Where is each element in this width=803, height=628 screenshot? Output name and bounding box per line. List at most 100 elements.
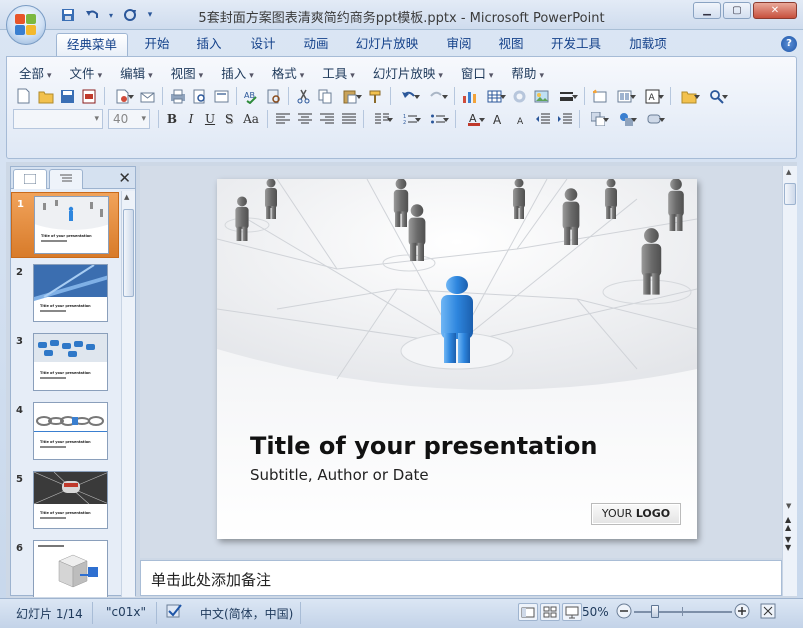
paste-icon[interactable]: [337, 86, 364, 107]
tab-developer[interactable]: 开发工具: [545, 33, 607, 56]
close-icon[interactable]: ✕: [118, 169, 131, 187]
scroll-thumb[interactable]: [784, 183, 796, 205]
menu-file[interactable]: 文件: [64, 63, 115, 82]
picture-icon[interactable]: [531, 86, 552, 107]
tab-insert[interactable]: 插入: [190, 33, 228, 56]
spelling-icon[interactable]: AB: [241, 86, 262, 107]
bold-button[interactable]: B: [163, 109, 181, 129]
save-icon[interactable]: [58, 6, 78, 24]
save-icon[interactable]: [57, 86, 78, 107]
font-name-dropdown[interactable]: [13, 109, 103, 129]
fit-to-window-icon[interactable]: [760, 603, 776, 622]
spelling-status-icon[interactable]: [166, 603, 184, 622]
tab-home[interactable]: 开始: [138, 33, 176, 56]
close-button[interactable]: ✕: [753, 2, 797, 19]
justify-icon[interactable]: [338, 109, 359, 130]
menu-all[interactable]: 全部: [13, 63, 64, 82]
align-center-icon[interactable]: [294, 109, 315, 130]
menu-help[interactable]: 帮助: [505, 63, 556, 82]
menu-slideshow[interactable]: 幻灯片放映: [367, 63, 455, 82]
language-indicator[interactable]: 中文(简体，中国): [200, 605, 293, 622]
cut-icon[interactable]: [293, 86, 314, 107]
notes-pane[interactable]: 单击此处添加备注: [140, 560, 782, 596]
maximize-button[interactable]: ▢: [723, 2, 751, 19]
increase-indent-icon[interactable]: [554, 109, 575, 130]
format-painter-icon[interactable]: [365, 86, 386, 107]
tab-animation[interactable]: 动画: [297, 33, 335, 56]
clipart-icon[interactable]: [509, 86, 530, 107]
menu-view[interactable]: 视图: [165, 63, 216, 82]
thumbnail-slide-4[interactable]: 4 Title of your presentation: [11, 399, 119, 465]
thumbnail-slide-1[interactable]: 1 Title of your presentation: [11, 192, 119, 258]
current-slide[interactable]: Title of your presentation Subtitle, Aut…: [217, 179, 697, 539]
layout-icon[interactable]: [611, 86, 638, 107]
thumbnail-slide-5[interactable]: 5 Title of your presentation: [11, 468, 119, 534]
change-case-button[interactable]: Aa: [239, 109, 263, 129]
zoom-slider-thumb[interactable]: [651, 605, 660, 618]
italic-button[interactable]: I: [182, 109, 200, 129]
thumbnails-scrollbar[interactable]: ▲: [121, 191, 135, 597]
insert-table-icon[interactable]: [481, 86, 508, 107]
align-left-icon[interactable]: [272, 109, 293, 130]
scroll-down-icon[interactable]: ▼: [786, 502, 791, 510]
tab-classic-menu[interactable]: 经典菜单: [56, 33, 128, 56]
permission-icon[interactable]: [109, 86, 136, 107]
zoom-percentage[interactable]: 50%: [582, 605, 609, 619]
tab-slideshow[interactable]: 幻灯片放映: [352, 33, 422, 56]
thumbnail-slide-3[interactable]: 3 Title of your presentation: [11, 330, 119, 396]
decrease-indent-icon[interactable]: [532, 109, 553, 130]
line-style-icon[interactable]: [553, 86, 580, 107]
menu-window[interactable]: 窗口: [455, 63, 506, 82]
previous-slide-icon[interactable]: ▲ ▲: [785, 516, 791, 532]
tab-design[interactable]: 设计: [244, 33, 282, 56]
tab-slides[interactable]: [13, 169, 47, 189]
scroll-thumb[interactable]: [123, 209, 134, 297]
font-color-icon[interactable]: A: [460, 109, 487, 130]
search-icon[interactable]: [703, 86, 730, 107]
menu-edit[interactable]: 编辑: [114, 63, 165, 82]
menu-tools[interactable]: 工具: [316, 63, 367, 82]
notes-placeholder[interactable]: 单击此处添加备注: [151, 569, 271, 590]
new-icon[interactable]: [13, 86, 34, 107]
redo-icon[interactable]: [120, 6, 140, 24]
normal-view-button[interactable]: [518, 603, 538, 621]
office-button[interactable]: [6, 5, 46, 45]
redo-icon[interactable]: [423, 86, 450, 107]
tab-outline[interactable]: [49, 169, 83, 189]
tab-addins[interactable]: 加载项: [622, 33, 674, 56]
undo-icon[interactable]: [395, 86, 422, 107]
numbering-icon[interactable]: 12: [396, 109, 423, 130]
underline-button[interactable]: U: [201, 109, 219, 129]
shape-fill-icon[interactable]: [640, 109, 667, 130]
text-box-icon[interactable]: A: [639, 86, 666, 107]
save-as-pdf-icon[interactable]: [79, 86, 100, 107]
next-slide-icon[interactable]: ▼ ▼: [785, 536, 791, 552]
slide-layout-icon[interactable]: [211, 86, 232, 107]
print-icon[interactable]: [167, 86, 188, 107]
email-icon[interactable]: [137, 86, 158, 107]
thumbnail-slide-6[interactable]: 6: [11, 537, 119, 597]
slideshow-button[interactable]: [562, 603, 582, 621]
thumbnail-slide-2[interactable]: 2 Title of your presentation: [11, 261, 119, 327]
scroll-up-icon[interactable]: ▲: [786, 168, 791, 176]
grow-font-icon[interactable]: A: [488, 109, 509, 130]
menu-insert[interactable]: 插入: [215, 63, 266, 82]
print-preview-icon[interactable]: [189, 86, 210, 107]
minimize-button[interactable]: ▁: [693, 2, 721, 19]
slide-subtitle[interactable]: Subtitle, Author or Date: [250, 466, 429, 484]
undo-dropdown-icon[interactable]: ▾: [106, 6, 116, 24]
help-icon[interactable]: ?: [781, 36, 797, 52]
slide-scrollbar[interactable]: ▲ ▼ ▲ ▲ ▼ ▼: [782, 166, 797, 596]
menu-format[interactable]: 格式: [266, 63, 317, 82]
zoom-in-icon[interactable]: [734, 603, 750, 622]
customize-qat-icon[interactable]: ▾: [144, 6, 156, 24]
research-icon[interactable]: [263, 86, 284, 107]
new-slide-icon[interactable]: [589, 86, 610, 107]
arrange-icon[interactable]: [584, 109, 611, 130]
align-right-icon[interactable]: [316, 109, 337, 130]
undo-icon[interactable]: [82, 6, 102, 24]
shadow-button[interactable]: S: [220, 109, 238, 129]
slide-sorter-button[interactable]: [540, 603, 560, 621]
insert-chart-icon[interactable]: [459, 86, 480, 107]
zoom-slider[interactable]: [634, 605, 732, 618]
